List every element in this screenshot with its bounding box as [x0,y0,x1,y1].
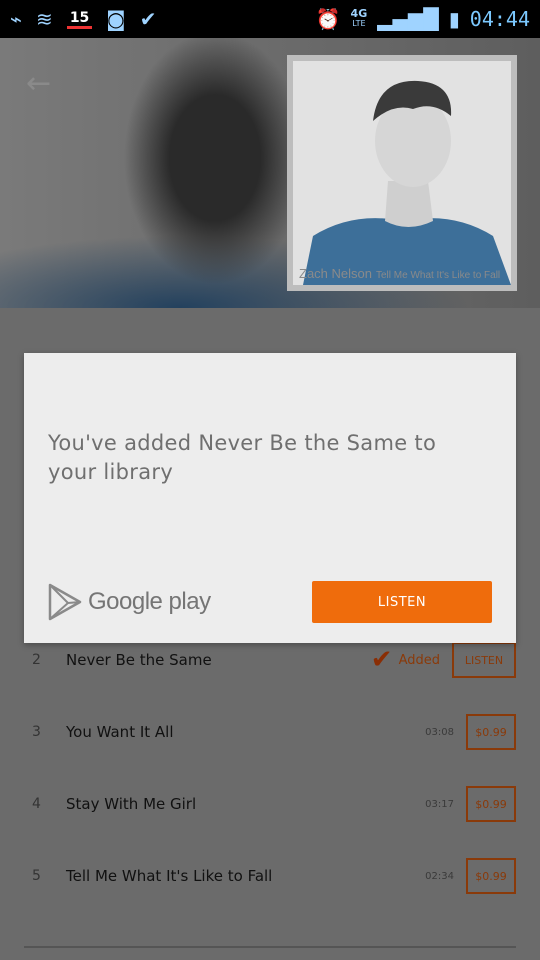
camera-icon: ◙ [106,7,126,31]
track-duration: 03:17 [425,798,454,810]
track-duration: 03:08 [425,726,454,738]
alarm-icon: ⏰ [315,7,341,31]
artist-photo [293,61,511,285]
album-caption-title: Tell Me What It's Like to Fall [375,270,501,281]
checkmark-icon: ✔ [370,645,393,675]
track-number: 2 [32,652,41,668]
network-label: 4G [350,7,368,20]
usb-icon: ⌁ [10,7,23,31]
listen-button-small[interactable]: LISTEN [452,642,516,678]
album-caption-artist: Zach Nelson [299,266,372,281]
track-row-5[interactable]: 5 Tell Me What It's Like to Fall 02:34 $… [0,840,540,912]
album-art: Zach Nelson Tell Me What It's Like to Fal… [287,55,517,291]
wifi-icon: ≋ [36,7,53,31]
dialog-message: You've added Never Be the Same to your l… [48,431,437,484]
added-label: Added [398,652,440,668]
album-header: ← ⚲ Zach NelsonTell Me What It's Like to… [0,38,540,308]
play-triangle-icon [48,583,82,621]
track-title: Never Be the Same [66,651,212,669]
track-row-4[interactable]: 4 Stay With Me Girl 03:17 $0.99 [0,768,540,840]
back-arrow-icon[interactable]: ← [26,66,51,101]
added-indicator: ✔ Added [371,647,440,673]
price-button[interactable]: $0.99 [466,858,516,894]
track-number: 4 [32,796,41,812]
track-title: Tell Me What It's Like to Fall [66,867,273,885]
google-play-logo: Google play [48,583,211,621]
google-play-text: Google play [88,588,211,615]
clock: 04:44 [469,7,530,31]
listen-button[interactable]: LISTEN [312,581,492,623]
price-button[interactable]: $0.99 [466,714,516,750]
network-indicator: 4G LTE [350,7,368,29]
network-sub: LTE [352,19,366,28]
battery-charging-icon: ▮ [448,7,460,31]
track-duration: 02:34 [425,870,454,882]
album-caption: Zach Nelson Tell Me What It's Like to Fal… [299,266,500,281]
added-to-library-dialog: You've added Never Be the Same to your l… [24,353,516,643]
track-title: You Want It All [66,723,174,741]
battery-percent: 15 [66,10,93,29]
status-bar: ⌁ ≋ 15 ◙ ✔ ⏰ 4G LTE ▂▄▆█ ▮ 04:44 [0,0,540,38]
check-icon: ✔ [139,7,157,31]
signal-icon: ▂▄▆█ [377,7,439,31]
track-number: 5 [32,868,41,884]
track-title: Stay With Me Girl [66,795,197,813]
track-number: 3 [32,724,41,740]
track-row-3[interactable]: 3 You Want It All 03:08 $0.99 [0,696,540,768]
price-button[interactable]: $0.99 [466,786,516,822]
divider [24,946,516,948]
